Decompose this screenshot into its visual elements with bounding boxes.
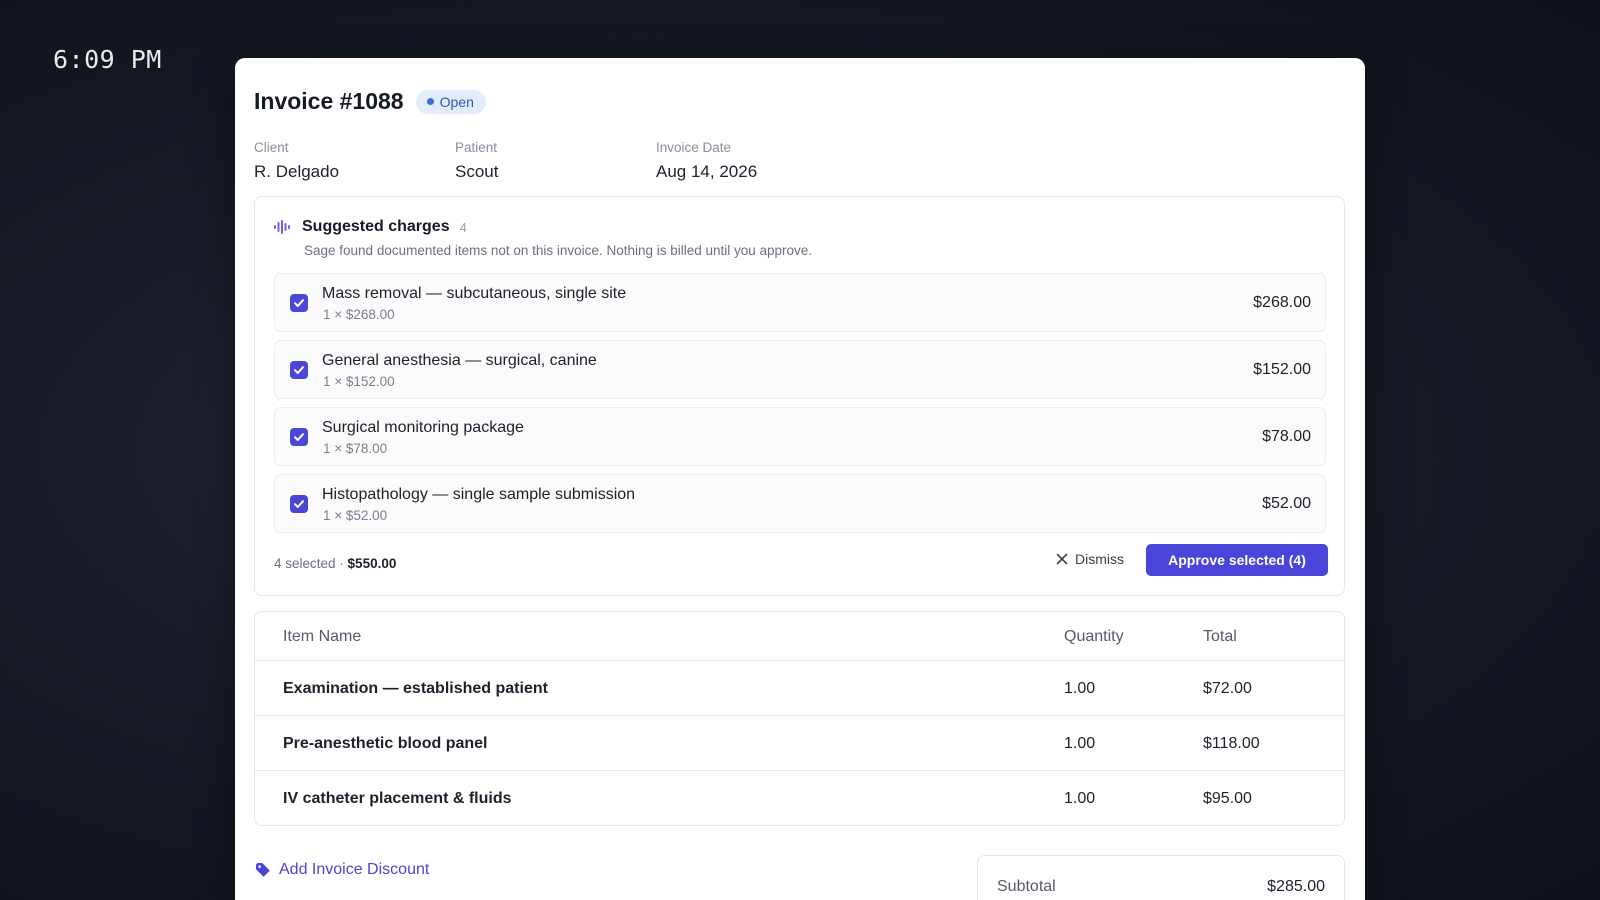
status-badge: Open bbox=[415, 89, 486, 114]
add-invoice-discount-link[interactable]: Add Invoice Discount bbox=[255, 861, 429, 879]
charge-name: Surgical monitoring package bbox=[322, 419, 524, 436]
table-row[interactable]: IV catheter placement & fluids 1.00 $95.… bbox=[255, 771, 1344, 825]
client-value: R. Delgado bbox=[254, 162, 340, 181]
client-label: Client bbox=[254, 140, 289, 155]
item-total: $118.00 bbox=[1203, 735, 1260, 752]
status-dot-icon bbox=[426, 98, 434, 105]
charge-amount: $152.00 bbox=[1253, 361, 1311, 378]
table-row[interactable]: Examination — established patient 1.00 $… bbox=[255, 661, 1344, 716]
checkmark-icon bbox=[294, 433, 304, 441]
patient-meta: Patient Scout bbox=[455, 140, 498, 182]
charge-quantity: 1 × $52.00 bbox=[323, 508, 388, 523]
dismiss-label: Dismiss bbox=[1075, 551, 1124, 567]
invoice-date-label: Invoice Date bbox=[656, 140, 732, 155]
selected-total: $550.00 bbox=[347, 556, 397, 571]
suggested-charges-title: Suggested charges bbox=[302, 218, 450, 235]
invoice-date-meta: Invoice Date Aug 14, 2026 bbox=[656, 140, 757, 182]
charge-name: Mass removal — subcutaneous, single site bbox=[322, 285, 627, 302]
charge-amount: $268.00 bbox=[1253, 294, 1311, 311]
column-header-total[interactable]: Total bbox=[1203, 628, 1237, 646]
item-quantity: 1.00 bbox=[1064, 680, 1096, 697]
suggested-charges-card: Suggested charges 4 Sage found documente… bbox=[254, 196, 1345, 596]
charge-quantity: 1 × $78.00 bbox=[323, 441, 388, 456]
invoice-panel: Invoice #1088 Open Client R. Delgado Pat… bbox=[235, 58, 1365, 900]
suggested-charge-item[interactable]: General anesthesia — surgical, canine 1 … bbox=[274, 340, 1326, 399]
waveform-icon bbox=[274, 220, 290, 234]
selected-count-text: 4 selected · bbox=[274, 556, 348, 571]
checkmark-icon bbox=[294, 366, 304, 374]
patient-value: Scout bbox=[455, 162, 499, 181]
charge-checkbox[interactable] bbox=[290, 361, 308, 379]
approve-selected-button[interactable]: Approve selected (4) bbox=[1146, 544, 1328, 576]
suggested-charge-item[interactable]: Histopathology — single sample submissio… bbox=[274, 474, 1326, 533]
subtotal-label: Subtotal bbox=[997, 878, 1056, 895]
patient-label: Patient bbox=[455, 140, 498, 155]
charge-quantity: 1 × $268.00 bbox=[323, 307, 395, 322]
selection-summary: 4 selected · $550.00 bbox=[274, 556, 396, 571]
item-total: $72.00 bbox=[1203, 680, 1252, 697]
checkmark-icon bbox=[294, 500, 304, 508]
charge-amount: $52.00 bbox=[1262, 495, 1311, 512]
item-total: $95.00 bbox=[1203, 790, 1252, 807]
invoice-title: Invoice #1088 bbox=[254, 88, 404, 114]
table-row[interactable]: Pre-anesthetic blood panel 1.00 $118.00 bbox=[255, 716, 1344, 771]
totals-card: Subtotal $285.00 bbox=[977, 855, 1345, 900]
dismiss-button[interactable]: Dismiss bbox=[1056, 551, 1124, 567]
invoice-date-value: Aug 14, 2026 bbox=[656, 162, 758, 181]
suggested-charges-description: Sage found documented items not on this … bbox=[304, 243, 813, 258]
subtotal-value: $285.00 bbox=[1267, 878, 1325, 895]
tag-icon bbox=[256, 863, 270, 877]
charge-checkbox[interactable] bbox=[290, 495, 308, 513]
suggested-charges-header: Suggested charges 4 bbox=[274, 218, 467, 236]
invoice-items-table: Item Name Quantity Total Examination — e… bbox=[254, 611, 1345, 826]
suggested-charge-item[interactable]: Mass removal — subcutaneous, single site… bbox=[274, 273, 1326, 332]
close-icon bbox=[1056, 553, 1068, 565]
charge-name: General anesthesia — surgical, canine bbox=[322, 352, 597, 369]
client-meta: Client R. Delgado bbox=[254, 140, 339, 182]
column-header-quantity[interactable]: Quantity bbox=[1064, 628, 1124, 646]
clock: 6:09 PM bbox=[53, 45, 162, 74]
suggested-charges-count: 4 bbox=[459, 219, 467, 235]
item-quantity: 1.00 bbox=[1064, 790, 1096, 807]
checkmark-icon bbox=[294, 299, 304, 307]
charge-checkbox[interactable] bbox=[290, 294, 308, 312]
charge-quantity: 1 × $152.00 bbox=[323, 374, 395, 389]
charge-name: Histopathology — single sample submissio… bbox=[322, 486, 636, 503]
add-invoice-discount-label: Add Invoice Discount bbox=[279, 861, 430, 878]
column-header-item-name[interactable]: Item Name bbox=[283, 628, 361, 646]
charge-checkbox[interactable] bbox=[290, 428, 308, 446]
item-quantity: 1.00 bbox=[1064, 735, 1096, 752]
status-label: Open bbox=[439, 93, 474, 110]
item-name: IV catheter placement & fluids bbox=[283, 790, 512, 807]
item-name: Examination — established patient bbox=[283, 680, 548, 697]
table-header: Item Name Quantity Total bbox=[255, 612, 1344, 661]
item-name: Pre-anesthetic blood panel bbox=[283, 735, 488, 752]
invoice-header: Invoice #1088 Open bbox=[254, 88, 486, 115]
suggested-charge-item[interactable]: Surgical monitoring package 1 × $78.00 $… bbox=[274, 407, 1326, 466]
charge-amount: $78.00 bbox=[1262, 428, 1311, 445]
